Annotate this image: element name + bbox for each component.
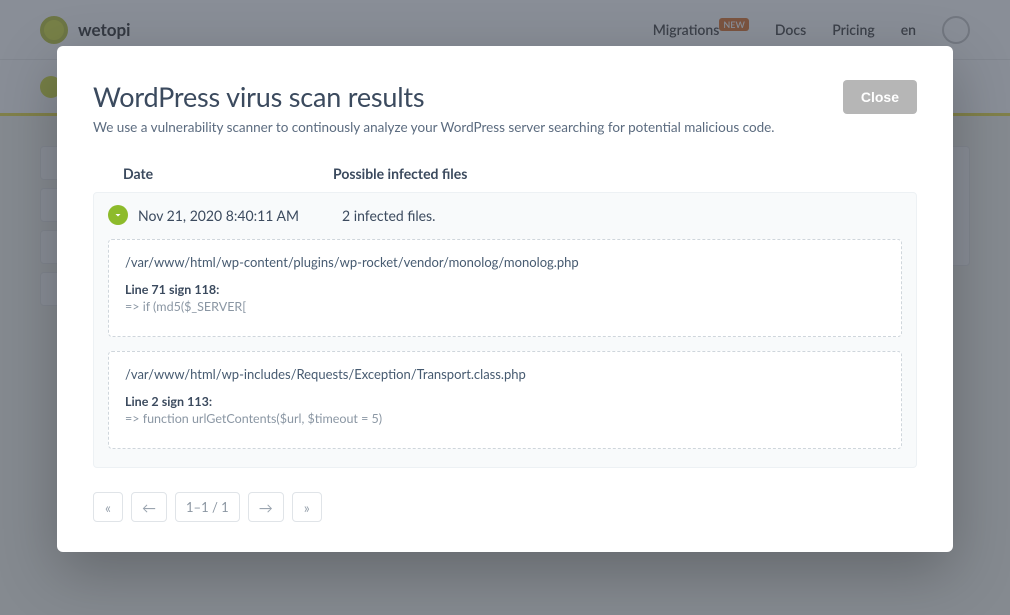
file-line-sign: Line 71 sign 118: (125, 282, 885, 297)
scan-date: Nov 21, 2020 8:40:11 AM (138, 207, 332, 224)
infected-file-card: /var/www/html/wp-content/plugins/wp-rock… (108, 239, 902, 337)
pagination: « ← 1–1 / 1 → » (93, 492, 917, 522)
page-first-button[interactable]: « (93, 492, 123, 522)
col-header-date: Date (123, 165, 333, 182)
page-next-button[interactable]: → (248, 492, 284, 522)
scan-summary: 2 infected files. (342, 207, 902, 224)
modal-overlay[interactable]: WordPress virus scan results We use a vu… (0, 0, 1010, 615)
scan-row-summary[interactable]: Nov 21, 2020 8:40:11 AM 2 infected files… (108, 205, 902, 225)
col-header-files: Possible infected files (333, 165, 917, 182)
scan-results-modal: WordPress virus scan results We use a vu… (57, 46, 953, 552)
file-snippet: => if (md5($_SERVER[ (125, 299, 885, 314)
page-range: 1–1 / 1 (175, 492, 240, 522)
file-path: /var/www/html/wp-includes/Requests/Excep… (125, 366, 885, 382)
file-line-sign: Line 2 sign 113: (125, 394, 885, 409)
scan-row: Nov 21, 2020 8:40:11 AM 2 infected files… (93, 192, 917, 468)
infected-file-card: /var/www/html/wp-includes/Requests/Excep… (108, 351, 902, 449)
table-header: Date Possible infected files (93, 135, 917, 192)
close-button[interactable]: Close (843, 80, 917, 114)
file-path: /var/www/html/wp-content/plugins/wp-rock… (125, 254, 885, 270)
modal-subtitle: We use a vulnerability scanner to contin… (93, 119, 775, 135)
page-last-button[interactable]: » (292, 492, 322, 522)
modal-header: WordPress virus scan results We use a vu… (93, 80, 917, 135)
modal-title: WordPress virus scan results (93, 80, 775, 113)
expand-toggle-icon[interactable] (108, 205, 128, 225)
page-prev-button[interactable]: ← (131, 492, 167, 522)
file-snippet: => function urlGetContents($url, $timeou… (125, 411, 885, 426)
